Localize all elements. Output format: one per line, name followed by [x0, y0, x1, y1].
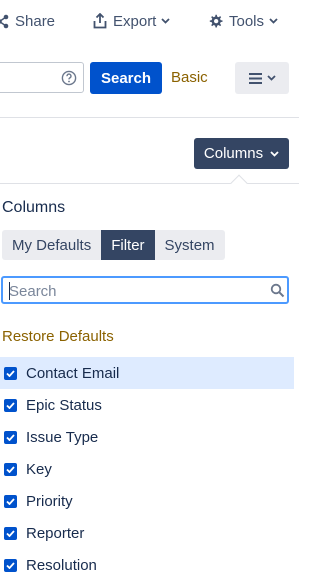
checkbox[interactable] — [4, 366, 17, 380]
column-item-label: Epic Status — [26, 396, 102, 414]
column-item-label: Reporter — [26, 524, 85, 542]
check-icon — [6, 529, 15, 537]
popup-title: Columns — [2, 199, 66, 216]
jql-search-input[interactable] — [0, 62, 84, 93]
check-icon — [6, 401, 15, 409]
popup-arrow — [230, 174, 248, 192]
export-button[interactable]: Export — [93, 10, 170, 32]
search-button[interactable]: Search — [90, 62, 162, 94]
hamburger-icon — [248, 72, 262, 84]
text-cursor — [9, 282, 10, 300]
chevron-down-icon — [266, 75, 276, 81]
export-label: Export — [113, 12, 157, 30]
columns-button[interactable]: Columns — [194, 138, 289, 169]
check-icon — [6, 561, 15, 569]
basic-mode-link[interactable]: Basic — [171, 69, 208, 86]
column-search-input[interactable] — [9, 281, 259, 301]
column-item-issue-type[interactable]: Issue Type — [0, 421, 294, 453]
chevron-down-icon — [270, 150, 279, 157]
column-item-label: Key — [26, 460, 52, 478]
column-item-reporter[interactable]: Reporter — [0, 517, 294, 549]
gear-icon — [209, 14, 223, 27]
tools-label: Tools — [229, 12, 265, 30]
column-item-priority[interactable]: Priority — [0, 485, 294, 517]
column-item-epic-status[interactable]: Epic Status — [0, 389, 294, 421]
checkbox[interactable] — [4, 526, 17, 540]
search-icon — [270, 283, 285, 298]
share-icon — [0, 14, 9, 28]
chevron-down-icon — [269, 18, 278, 24]
chevron-down-icon — [161, 18, 170, 24]
column-item-label: Priority — [26, 492, 73, 510]
column-item-label: Resolution — [26, 556, 97, 574]
check-icon — [6, 465, 15, 473]
checkbox[interactable] — [4, 398, 17, 412]
column-item-label: Issue Type — [26, 428, 99, 446]
tab-my-defaults[interactable]: My Defaults — [2, 230, 102, 260]
tab-system[interactable]: System — [154, 230, 225, 260]
column-item-key[interactable]: Key — [0, 453, 294, 485]
column-list: Contact Email Epic Status Issue Type Key… — [0, 357, 294, 581]
columns-button-label: Columns — [203, 145, 264, 162]
column-item-resolution[interactable]: Resolution — [0, 549, 294, 581]
checkbox[interactable] — [4, 494, 17, 508]
checkbox[interactable] — [4, 430, 17, 444]
restore-defaults-link[interactable]: Restore Defaults — [2, 328, 114, 345]
help-icon[interactable] — [61, 70, 77, 86]
check-icon — [6, 369, 15, 377]
tab-filter[interactable]: Filter — [101, 230, 155, 260]
column-search-box — [1, 276, 289, 304]
checkbox[interactable] — [4, 462, 17, 476]
top-toolbar: Share Export Tools — [0, 0, 299, 42]
export-icon — [93, 13, 107, 29]
share-label: Share — [15, 12, 56, 30]
column-item-label: Contact Email — [26, 364, 120, 382]
divider — [0, 117, 299, 118]
column-config-tabs: My Defaults Filter System — [2, 230, 225, 260]
check-icon — [6, 497, 15, 505]
checkbox[interactable] — [4, 558, 17, 572]
popup-border — [0, 183, 299, 184]
view-menu-button[interactable] — [235, 62, 289, 94]
column-item-contact-email[interactable]: Contact Email — [0, 357, 294, 389]
check-icon — [6, 433, 15, 441]
tools-button[interactable]: Tools — [208, 10, 278, 32]
search-bar: Search Basic — [0, 62, 299, 94]
share-button[interactable]: Share — [0, 10, 55, 32]
